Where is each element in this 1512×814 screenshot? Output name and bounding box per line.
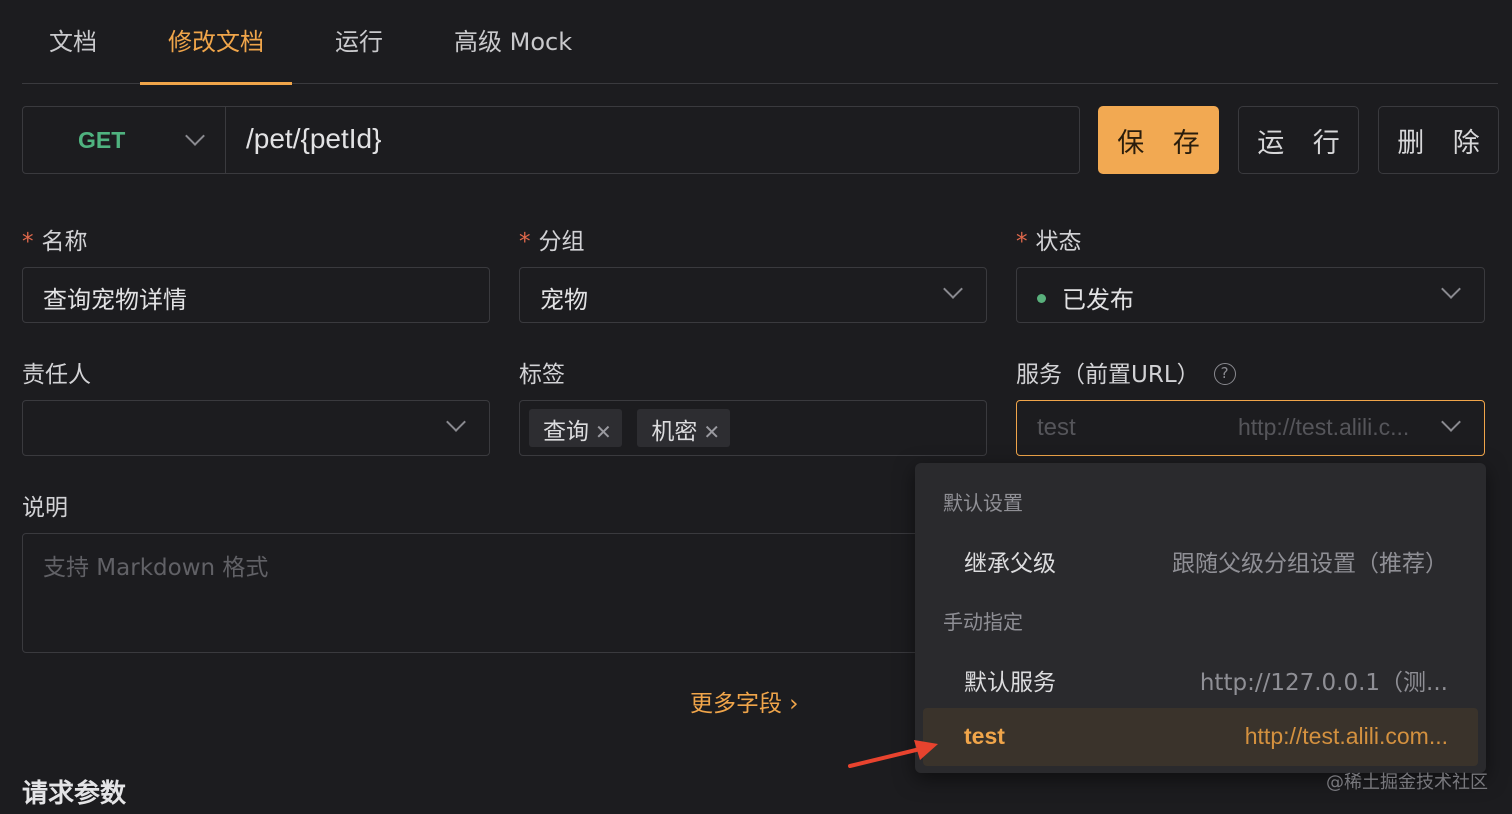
status-select[interactable]: 已发布	[1016, 267, 1485, 323]
method-value: GET	[78, 127, 126, 153]
chevron-down-icon	[446, 412, 466, 432]
dropdown-item-test[interactable]: test http://test.alili.com...	[923, 708, 1478, 766]
item-name: 继承父级	[964, 551, 1056, 577]
dropdown-group-manual: 手动指定	[943, 610, 1023, 634]
delete-button[interactable]: 删 除	[1378, 106, 1499, 174]
chevron-down-icon	[1441, 412, 1461, 432]
name-label: * 名称	[22, 229, 88, 255]
tab-advanced-mock[interactable]: 高级 Mock	[454, 22, 572, 84]
tab-docs[interactable]: 文档	[49, 22, 97, 84]
chevron-down-icon	[185, 126, 205, 146]
item-desc: http://127.0.0.1（测...	[1199, 670, 1448, 696]
service-url: http://test.alili.c...	[1238, 414, 1410, 440]
item-name: test	[964, 723, 1005, 749]
path-input[interactable]: /pet/{petId}	[226, 106, 1080, 174]
tag-chip: 查询 ✕	[529, 409, 622, 447]
description-label: 说明	[22, 495, 68, 521]
tab-bar: 文档 修改文档 运行 高级 Mock	[22, 0, 1498, 85]
name-input[interactable]: 查询宠物详情	[22, 267, 490, 323]
dropdown-item-inherit[interactable]: 继承父级 跟随父级分组设置（推荐）	[923, 529, 1478, 587]
service-select[interactable]: test http://test.alili.c...	[1016, 400, 1485, 456]
item-desc: http://test.alili.com...	[1244, 723, 1448, 749]
status-dot-icon	[1037, 293, 1046, 303]
dropdown-group-default: 默认设置	[943, 491, 1023, 515]
owner-select[interactable]	[22, 400, 490, 456]
item-name: 默认服务	[964, 670, 1056, 696]
close-icon[interactable]: ✕	[595, 420, 612, 444]
item-desc: 跟随父级分组设置（推荐）	[1172, 551, 1448, 577]
tab-run[interactable]: 运行	[335, 22, 383, 84]
section-title: 请求参数	[22, 779, 127, 809]
owner-label: 责任人	[22, 362, 91, 388]
run-button[interactable]: 运 行	[1238, 106, 1359, 174]
help-icon[interactable]: ?	[1213, 362, 1236, 385]
tag-chip: 机密 ✕	[637, 409, 731, 447]
more-fields-link[interactable]: 更多字段 ›	[690, 684, 799, 718]
tags-label: 标签	[519, 362, 565, 388]
service-dropdown: 默认设置 继承父级 跟随父级分组设置（推荐） 手动指定 默认服务 http://…	[915, 463, 1486, 773]
dropdown-item-default-service[interactable]: 默认服务 http://127.0.0.1（测...	[923, 648, 1478, 706]
watermark: @稀土掘金技术社区	[1326, 772, 1488, 793]
service-value: test	[1037, 414, 1076, 441]
group-label: * 分组	[519, 229, 585, 255]
group-value: 宠物	[540, 286, 588, 314]
method-select[interactable]: GET	[22, 106, 226, 174]
service-label: 服务（前置URL）?	[1016, 355, 1236, 389]
group-select[interactable]: 宠物	[519, 267, 987, 323]
tab-edit-docs[interactable]: 修改文档	[140, 22, 292, 85]
status-label: * 状态	[1016, 229, 1082, 255]
annotation-arrow-icon	[848, 740, 938, 768]
status-value: 已发布	[1062, 286, 1134, 314]
chevron-down-icon	[1441, 279, 1461, 299]
save-button[interactable]: 保 存	[1098, 106, 1219, 174]
close-icon[interactable]: ✕	[703, 420, 720, 444]
description-textarea[interactable]: 支持 Markdown 格式	[22, 533, 922, 653]
chevron-down-icon	[943, 279, 963, 299]
tags-input[interactable]: 查询 ✕ 机密 ✕	[519, 400, 987, 456]
